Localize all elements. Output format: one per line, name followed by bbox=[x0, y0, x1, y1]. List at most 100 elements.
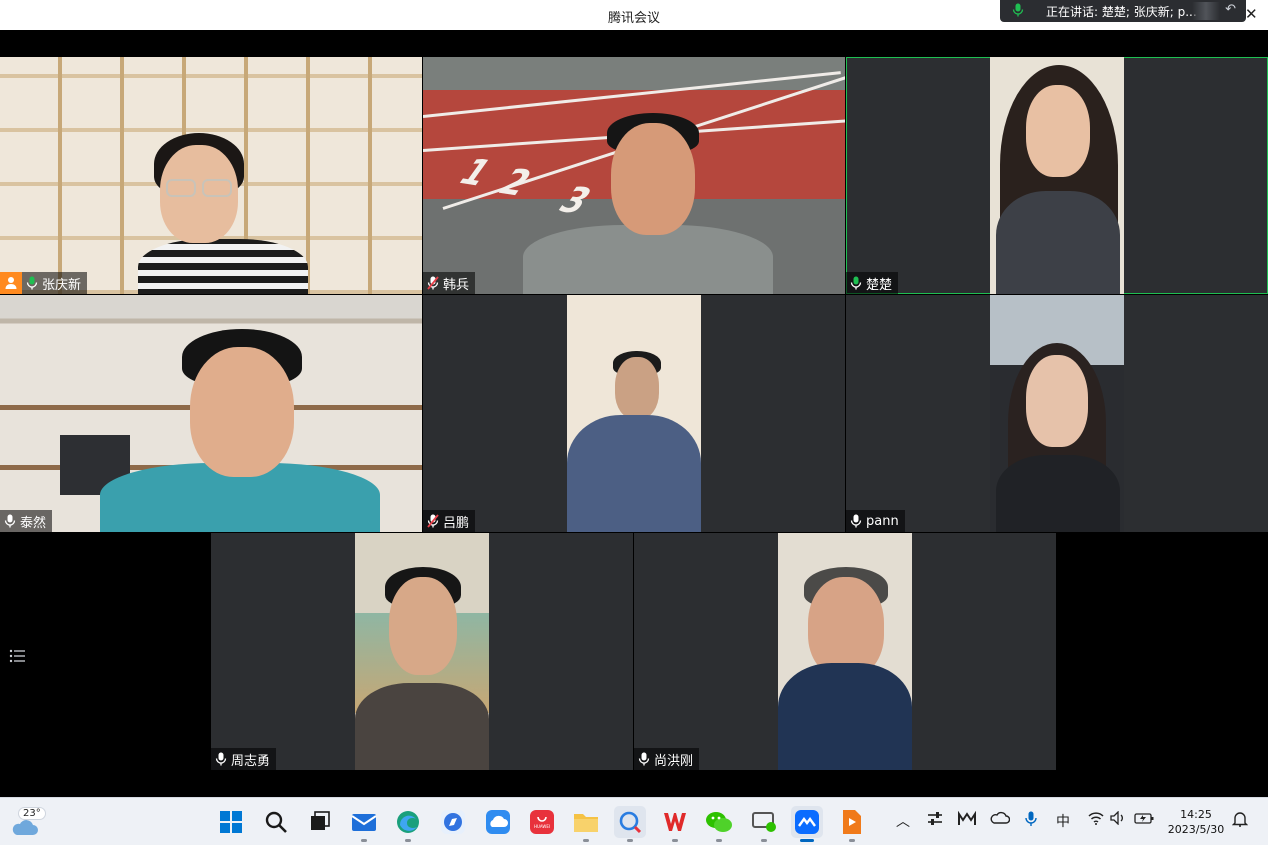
speaking-fade bbox=[1192, 2, 1220, 20]
search-chat-icon bbox=[619, 811, 642, 834]
microphone-icon bbox=[26, 276, 38, 290]
microphone-icon bbox=[1012, 3, 1024, 20]
close-icon[interactable]: ✕ bbox=[1245, 5, 1258, 23]
start-button[interactable] bbox=[215, 806, 247, 838]
running-indicator bbox=[849, 839, 855, 842]
clock-time: 14:25 bbox=[1180, 808, 1212, 821]
system-clock[interactable]: 14:25 2023/5/30 bbox=[1166, 807, 1226, 837]
notification-icon[interactable] bbox=[1231, 811, 1249, 831]
ime-logo-icon[interactable] bbox=[958, 810, 976, 831]
speaking-indicator[interactable]: 正在讲话: 楚楚; 张庆新; p... ↶ bbox=[1000, 0, 1246, 22]
participant-name-bar: 尚洪刚 bbox=[634, 748, 700, 770]
tencent-meeting-icon bbox=[795, 810, 819, 834]
participant-name-bar: 韩兵 bbox=[423, 272, 476, 294]
wechat-icon bbox=[706, 812, 732, 832]
browser-app[interactable] bbox=[437, 806, 469, 838]
taskbar: 23° HUAWEI ︿ 中 14:25 2023/5/30 bbox=[0, 797, 1268, 845]
speaking-names: 楚楚; 张庆新; p... bbox=[1101, 5, 1196, 19]
running-indicator bbox=[405, 839, 411, 842]
microphone-muted-icon bbox=[427, 514, 439, 528]
video-tile-7[interactable]: 周志勇 bbox=[211, 533, 633, 770]
app-store[interactable]: HUAWEI bbox=[526, 806, 558, 838]
video-tile-1[interactable]: 张庆新 bbox=[0, 57, 422, 294]
monitor-icon bbox=[752, 812, 776, 832]
weather-temp: 23° bbox=[18, 807, 46, 820]
edge-app[interactable] bbox=[392, 806, 424, 842]
microphone-icon bbox=[850, 514, 862, 528]
onedrive-icon[interactable] bbox=[990, 811, 1011, 829]
video-tile-8[interactable]: 尚洪刚 bbox=[634, 533, 1056, 770]
participant-name: pann bbox=[866, 513, 899, 529]
file-explorer[interactable] bbox=[570, 806, 602, 842]
undo-icon[interactable]: ↶ bbox=[1225, 2, 1236, 17]
battery-charging-icon[interactable] bbox=[1134, 811, 1154, 829]
sliders-icon[interactable] bbox=[926, 811, 944, 831]
weather-widget[interactable]: 23° bbox=[10, 807, 50, 837]
mail-app[interactable] bbox=[348, 806, 380, 842]
app-store-label: HUAWEI bbox=[533, 824, 551, 829]
video-tile-3[interactable]: 楚楚 bbox=[846, 57, 1268, 294]
running-indicator bbox=[716, 839, 722, 842]
wps-icon bbox=[664, 813, 686, 831]
participant-name-bar: 吕鹏 bbox=[423, 510, 476, 532]
participant-name: 楚楚 bbox=[866, 277, 893, 293]
running-indicator bbox=[800, 839, 814, 842]
participant-name: 吕鹏 bbox=[443, 515, 470, 531]
participant-video bbox=[118, 127, 318, 294]
participant-name-bar: 泰然 bbox=[0, 510, 53, 532]
portrait-video bbox=[567, 295, 701, 532]
running-indicator bbox=[583, 839, 589, 842]
microphone-icon bbox=[850, 276, 862, 290]
media-app[interactable] bbox=[836, 806, 868, 842]
microphone-muted-icon bbox=[427, 276, 439, 290]
list-menu-icon[interactable] bbox=[8, 648, 30, 668]
speaking-prefix: 正在讲话: bbox=[1046, 5, 1102, 19]
portrait-video bbox=[990, 57, 1124, 294]
search-button[interactable] bbox=[260, 806, 292, 838]
search-icon bbox=[265, 811, 287, 833]
cloud-icon bbox=[12, 820, 38, 835]
task-view-icon bbox=[311, 811, 330, 830]
meeting-search-app[interactable] bbox=[614, 806, 646, 842]
app-store-icon bbox=[530, 810, 554, 834]
portrait-video bbox=[778, 533, 912, 770]
portrait-video bbox=[990, 295, 1124, 532]
microphone-tray-icon[interactable] bbox=[1025, 811, 1037, 831]
video-tile-2[interactable]: 1 2 3 4 韩兵 bbox=[423, 57, 845, 294]
speaking-text: 正在讲话: 楚楚; 张庆新; p... bbox=[1046, 3, 1196, 20]
participant-video bbox=[100, 325, 380, 532]
participant-name: 张庆新 bbox=[42, 277, 82, 293]
wechat-app[interactable] bbox=[703, 806, 735, 842]
screen-share-app[interactable] bbox=[748, 806, 780, 842]
video-tile-6[interactable]: pann bbox=[846, 295, 1268, 532]
folder-icon bbox=[574, 814, 598, 832]
task-view-button[interactable] bbox=[304, 806, 336, 838]
video-tile-4[interactable]: 泰然 bbox=[0, 295, 422, 532]
running-indicator bbox=[761, 839, 767, 842]
participant-name-bar: 张庆新 bbox=[0, 272, 88, 294]
participant-name-bar: 周志勇 bbox=[211, 748, 277, 770]
windows-icon bbox=[220, 811, 242, 833]
host-icon bbox=[0, 272, 22, 294]
cloud-app[interactable] bbox=[482, 806, 514, 838]
running-indicator bbox=[627, 839, 633, 842]
edge-icon bbox=[397, 811, 419, 833]
wifi-icon[interactable] bbox=[1088, 811, 1104, 829]
ime-indicator[interactable]: 中 bbox=[1056, 811, 1070, 831]
tencent-meeting-app[interactable] bbox=[791, 806, 823, 842]
video-grid: 张庆新 1 2 3 4 韩兵 bbox=[0, 57, 1268, 797]
participant-name-bar: pann bbox=[846, 510, 905, 532]
chevron-up-icon[interactable]: ︿ bbox=[896, 811, 910, 831]
clock-date: 2023/5/30 bbox=[1167, 823, 1225, 836]
cloud-drive-icon bbox=[486, 810, 510, 834]
running-indicator bbox=[672, 839, 678, 842]
microphone-icon bbox=[4, 514, 16, 528]
volume-icon[interactable] bbox=[1110, 810, 1126, 829]
microphone-icon bbox=[215, 752, 227, 766]
top-strip bbox=[0, 30, 1268, 57]
participant-video bbox=[523, 107, 783, 294]
microphone-icon bbox=[638, 752, 650, 766]
video-tile-5[interactable]: 吕鹏 bbox=[423, 295, 845, 532]
wps-app[interactable] bbox=[659, 806, 691, 842]
participant-name: 韩兵 bbox=[443, 277, 470, 293]
